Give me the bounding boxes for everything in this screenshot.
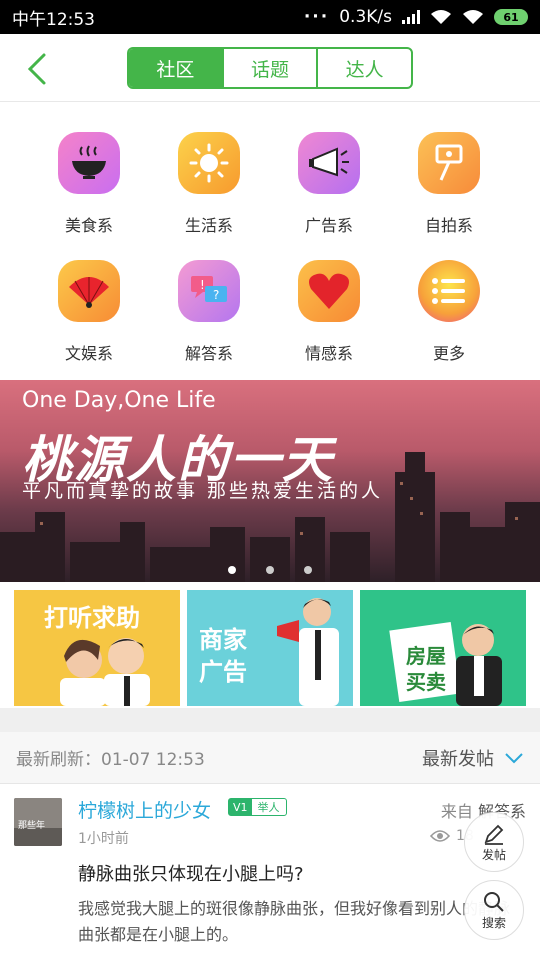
category-emotion[interactable]: 情感系 (269, 260, 389, 364)
promo-real-estate[interactable]: 房屋 买卖 (360, 590, 526, 706)
chevron-down-icon (505, 752, 523, 763)
man-megaphone-illustration (277, 598, 339, 706)
category-more[interactable]: 更多 (389, 260, 509, 364)
category-label: 情感系 (304, 344, 353, 363)
category-life[interactable]: 生活系 (149, 132, 269, 236)
list-icon (418, 260, 480, 322)
wifi-icon-2 (463, 10, 483, 24)
carousel-dot[interactable] (304, 566, 312, 574)
new-post-button[interactable]: 发帖 (464, 812, 524, 872)
tab-community[interactable]: 社区 (129, 49, 222, 87)
author-name[interactable]: 柠檬树上的少女 (78, 796, 211, 823)
level-title: 举人 (257, 801, 280, 814)
chat-bubbles-icon: ! ? (178, 260, 240, 322)
sun-icon (178, 132, 240, 194)
carousel-dots (0, 566, 540, 574)
promo-title-line2: 买卖 (406, 670, 446, 694)
sort-dropdown[interactable]: 最新发帖 (422, 745, 524, 771)
tab-topics[interactable]: 话题 (221, 49, 317, 87)
banner-subtitle: 平凡而真挚的故事 那些热爱生活的人 (22, 480, 384, 502)
category-label: 生活系 (184, 216, 233, 235)
tab-segment: 社区 话题 达人 (127, 47, 413, 89)
top-nav: 社区 话题 达人 (0, 34, 540, 102)
megaphone-icon (298, 132, 360, 194)
promo-ask-help[interactable]: 打听求助 (14, 590, 180, 706)
category-entertainment[interactable]: 文娱系 (29, 260, 149, 364)
source-prefix: 来自 (440, 802, 473, 821)
section-divider (0, 708, 540, 732)
avatar-caption: 那些年 (18, 821, 46, 831)
category-ads[interactable]: 广告系 (269, 132, 389, 236)
banner-carousel[interactable]: One Day,One Life 桃源人的一天 平凡而真挚的故事 那些热爱生活的… (0, 380, 540, 582)
svg-text:!: ! (200, 278, 205, 292)
category-label: 文娱系 (64, 344, 113, 363)
post-card[interactable]: 那些年 柠檬树上的少女 V1 举人 来自 解答系 1小时前 18 静脉曲张只体现… (0, 784, 540, 960)
category-qa[interactable]: ! ? 解答系 (149, 260, 269, 364)
feed-header: 最新刷新：01-07 12:53 最新发帖 (0, 732, 540, 784)
search-icon (484, 891, 504, 912)
fan-icon (58, 260, 120, 322)
tab-experts[interactable]: 达人 (316, 49, 411, 87)
category-label: 广告系 (304, 216, 353, 235)
signal-icon (402, 10, 420, 24)
battery-icon: 61 (494, 9, 528, 25)
level-value: V1 (229, 799, 252, 815)
category-grid: 美食系 生活系 广告系 自拍系 文娱系 ! ? 解答系 情感系 更多 (0, 102, 540, 380)
heart-icon (298, 260, 360, 322)
promo-title-line1: 房屋 (406, 644, 446, 668)
status-time: 中午12:53 (12, 9, 95, 30)
back-arrow-icon[interactable] (22, 52, 52, 86)
category-label: 更多 (432, 344, 465, 363)
search-button[interactable]: 搜索 (464, 880, 524, 940)
status-bar: 中午12:53 ··· 0.3K/s 61 (0, 0, 540, 34)
selfie-stick-icon (418, 132, 480, 194)
new-post-label: 发帖 (481, 847, 506, 862)
network-speed: 0.3K/s (339, 7, 392, 27)
wifi-icon (431, 10, 451, 24)
status-more-dots: ··· (303, 7, 330, 27)
eye-icon (430, 830, 450, 842)
pencil-icon (484, 824, 504, 845)
promo-row: 打听求助 商家 广告 房屋 买卖 (0, 586, 540, 708)
post-title[interactable]: 静脉曲张只体现在小腿上吗? (78, 860, 304, 886)
category-label: 美食系 (64, 216, 113, 235)
carousel-dot[interactable] (228, 566, 236, 574)
food-bowl-icon (58, 132, 120, 194)
category-food[interactable]: 美食系 (29, 132, 149, 236)
category-selfie[interactable]: 自拍系 (389, 132, 509, 236)
user-level-badge: V1 举人 (228, 798, 287, 816)
status-right: ··· 0.3K/s 61 (304, 7, 528, 27)
sort-label: 最新发帖 (422, 748, 494, 770)
post-time: 1小时前 (78, 831, 129, 847)
post-body[interactable]: 我感觉我大腿上的斑很像静脉曲张，但我好像看到别人的静脉曲张都是在小腿上的。 (78, 896, 518, 948)
search-label: 搜索 (481, 915, 506, 930)
carousel-dot[interactable] (266, 566, 274, 574)
people-whisper-illustration (60, 638, 150, 706)
category-label: 解答系 (184, 344, 233, 363)
refresh-time: 最新刷新：01-07 12:53 (16, 750, 205, 770)
category-label: 自拍系 (424, 216, 473, 235)
avatar[interactable]: 那些年 (14, 798, 62, 846)
banner-title-en: One Day,One Life (22, 388, 216, 413)
svg-text:?: ? (213, 288, 219, 302)
promo-merchant-ads[interactable]: 商家 广告 (187, 590, 353, 706)
